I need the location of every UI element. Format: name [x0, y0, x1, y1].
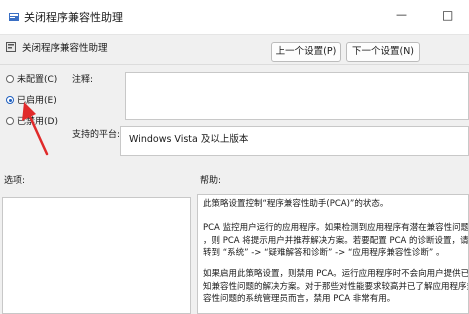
- setting-icon: [6, 42, 16, 52]
- platform-label: 支持的平台:: [72, 130, 121, 140]
- radio-label: 已启用(E): [17, 96, 57, 106]
- radio-disabled[interactable]: 已禁用(D): [6, 115, 58, 129]
- radio-circle[interactable]: [6, 117, 14, 125]
- radio-label: 未配置(C): [17, 75, 58, 85]
- header-divider: [0, 64, 469, 65]
- next-setting-button[interactable]: 下一个设置(N): [346, 42, 420, 62]
- maximize-button[interactable]: □: [442, 8, 453, 22]
- radio-label: 已禁用(D): [17, 117, 58, 127]
- title-bar: 关闭程序兼容性助理 — □: [0, 0, 469, 35]
- window-title: 关闭程序兼容性助理: [24, 11, 123, 24]
- radio-enabled[interactable]: 已启用(E): [6, 94, 57, 108]
- help-paragraph-3: 如果启用此策略设置，则禁用 PCA。运行应用程序时不会向用户提供已 知兼容性问题…: [203, 269, 469, 304]
- comment-textarea[interactable]: [125, 72, 469, 120]
- options-label: 选项:: [4, 176, 26, 186]
- minimize-button[interactable]: —: [396, 8, 407, 21]
- setting-name: 关闭程序兼容性助理: [22, 43, 108, 54]
- help-paragraph-1: 此策略设置控制“程序兼容性助手(PCA)”的状态。: [203, 199, 389, 209]
- comment-label: 注释:: [72, 75, 94, 85]
- prev-setting-button[interactable]: 上一个设置(P): [271, 42, 341, 62]
- help-label: 帮助:: [200, 176, 222, 186]
- platform-field: Windows Vista 及以上版本: [120, 126, 469, 156]
- policy-icon: [9, 13, 19, 21]
- radio-circle[interactable]: [6, 75, 14, 83]
- radio-not-configured[interactable]: 未配置(C): [6, 73, 57, 87]
- help-pane: 此策略设置控制“程序兼容性助手(PCA)”的状态。 PCA 监控用户运行的应用程…: [197, 194, 469, 314]
- options-pane: [2, 197, 191, 314]
- help-paragraph-2: PCA 监控用户运行的应用程序。如果检测到应用程序有潜在兼容性问题 ，则 PCA…: [203, 223, 469, 258]
- radio-circle-checked[interactable]: [6, 96, 14, 104]
